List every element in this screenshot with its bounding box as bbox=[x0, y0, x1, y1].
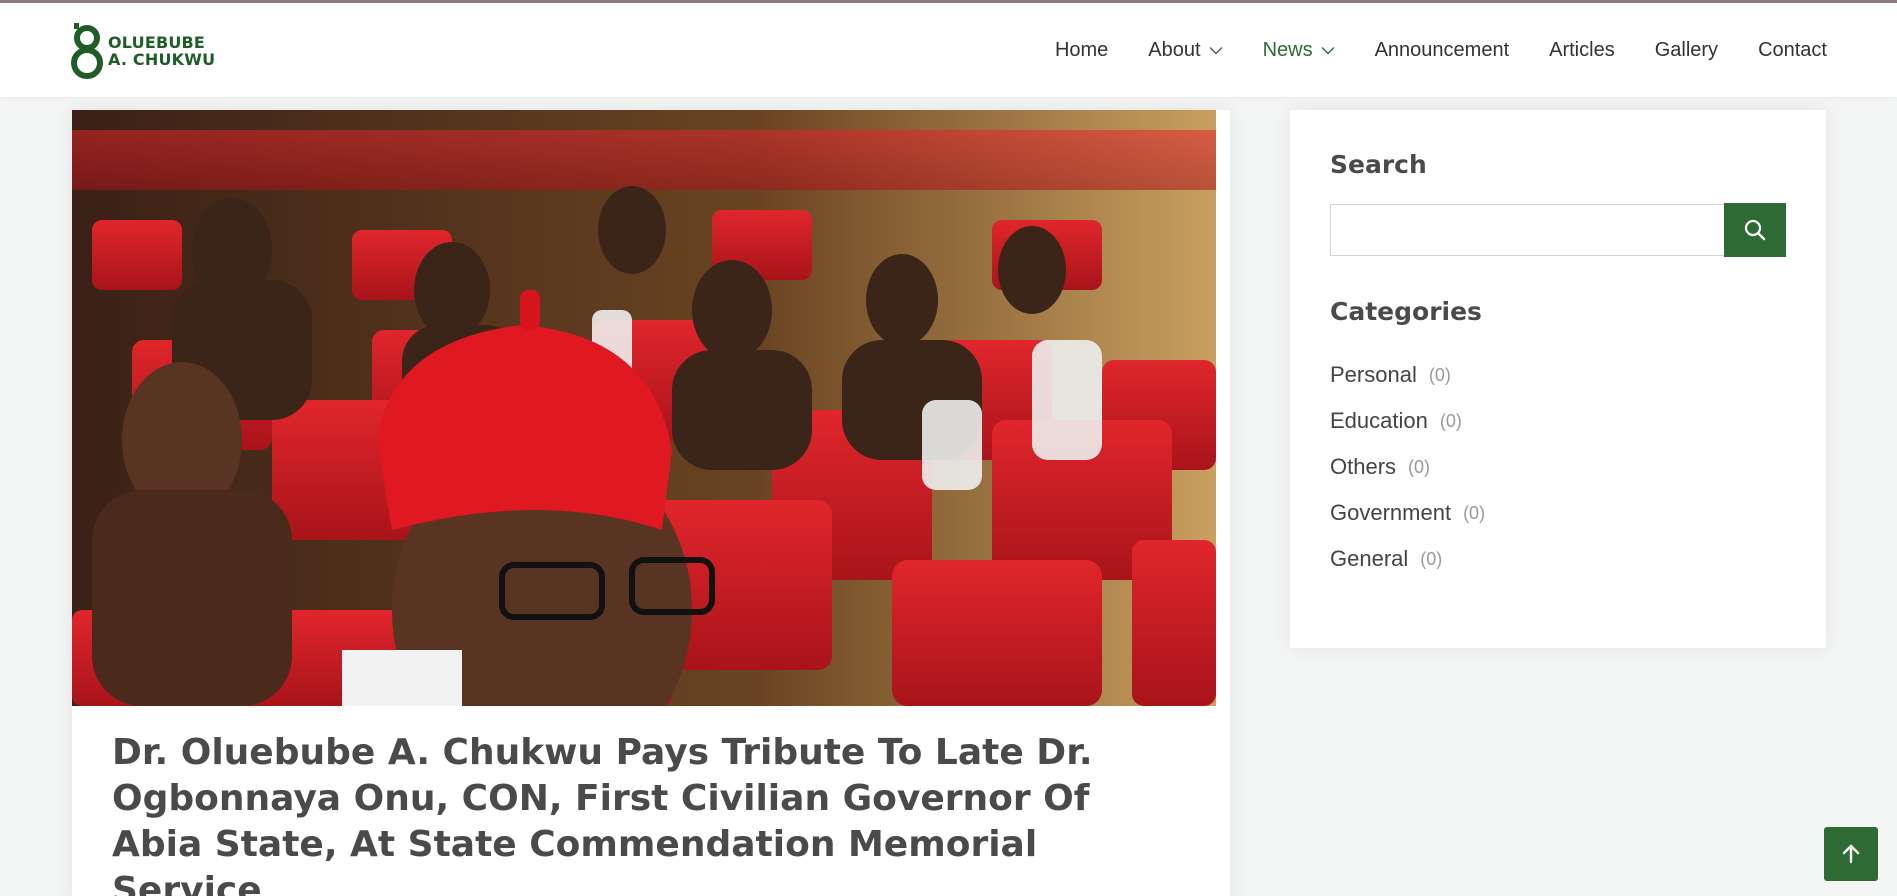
back-to-top-button[interactable] bbox=[1824, 827, 1878, 881]
sidebar: Search Categories Personal (0) Education… bbox=[1290, 110, 1826, 648]
nav-announcement-label: Announcement bbox=[1374, 38, 1510, 61]
main-nav: Home About News Announcement Articles Ga… bbox=[1015, 3, 1827, 97]
category-count: (0) bbox=[1420, 548, 1443, 569]
category-name: Government bbox=[1330, 500, 1452, 525]
category-count: (0) bbox=[1463, 502, 1486, 523]
search-icon bbox=[1744, 219, 1766, 241]
category-item-education[interactable]: Education (0) bbox=[1330, 398, 1485, 444]
hero-photo-illustration bbox=[72, 110, 1216, 706]
category-count: (0) bbox=[1439, 410, 1462, 431]
category-name: Others bbox=[1330, 454, 1397, 479]
logo-mark-icon bbox=[71, 23, 103, 79]
article-title[interactable]: Dr. Oluebube A. Chukwu Pays Tribute To L… bbox=[112, 730, 1192, 896]
category-name: General bbox=[1330, 546, 1409, 571]
nav-home[interactable]: Home bbox=[1055, 39, 1108, 62]
category-count: (0) bbox=[1428, 364, 1451, 385]
category-name: Education bbox=[1330, 408, 1428, 433]
nav-gallery-label: Gallery bbox=[1654, 38, 1719, 61]
article-hero-image bbox=[72, 110, 1216, 706]
nav-news[interactable]: News bbox=[1263, 39, 1335, 62]
chevron-down-icon bbox=[1321, 46, 1335, 54]
category-name: Personal bbox=[1330, 362, 1417, 387]
article-card: Dr. Oluebube A. Chukwu Pays Tribute To L… bbox=[72, 110, 1230, 896]
search-button[interactable] bbox=[1724, 203, 1786, 257]
site-logo[interactable]: OLUEBUBE A. CHUKWU bbox=[70, 21, 215, 81]
nav-announcement[interactable]: Announcement bbox=[1375, 39, 1510, 62]
nav-news-label: News bbox=[1262, 38, 1313, 61]
category-count: (0) bbox=[1408, 456, 1431, 477]
chevron-down-icon bbox=[1209, 46, 1223, 54]
category-list: Personal (0) Education (0) Others (0) Go… bbox=[1330, 352, 1485, 582]
category-item-others[interactable]: Others (0) bbox=[1330, 444, 1485, 490]
categories-widget-title: Categories bbox=[1330, 297, 1482, 326]
logo-text: OLUEBUBE A. CHUKWU bbox=[108, 34, 215, 68]
search-input[interactable] bbox=[1330, 204, 1724, 256]
search-widget-title: Search bbox=[1330, 150, 1427, 179]
nav-articles[interactable]: Articles bbox=[1549, 39, 1615, 62]
nav-gallery[interactable]: Gallery bbox=[1655, 39, 1718, 62]
category-item-general[interactable]: General (0) bbox=[1330, 536, 1485, 582]
nav-contact[interactable]: Contact bbox=[1758, 39, 1827, 62]
arrow-up-icon bbox=[1842, 844, 1860, 864]
logo-line-2: A. CHUKWU bbox=[108, 50, 216, 69]
nav-about[interactable]: About bbox=[1148, 38, 1223, 62]
site-header: OLUEBUBE A. CHUKWU Home About News Annou… bbox=[0, 3, 1897, 97]
category-item-government[interactable]: Government (0) bbox=[1330, 490, 1485, 536]
nav-about-label: About bbox=[1148, 38, 1201, 61]
category-item-personal[interactable]: Personal (0) bbox=[1330, 352, 1485, 398]
nav-articles-label: Articles bbox=[1549, 38, 1615, 61]
search-form bbox=[1330, 203, 1786, 257]
nav-contact-label: Contact bbox=[1758, 38, 1827, 61]
nav-home-label: Home bbox=[1054, 38, 1109, 61]
logo-line-1: OLUEBUBE bbox=[108, 33, 206, 52]
